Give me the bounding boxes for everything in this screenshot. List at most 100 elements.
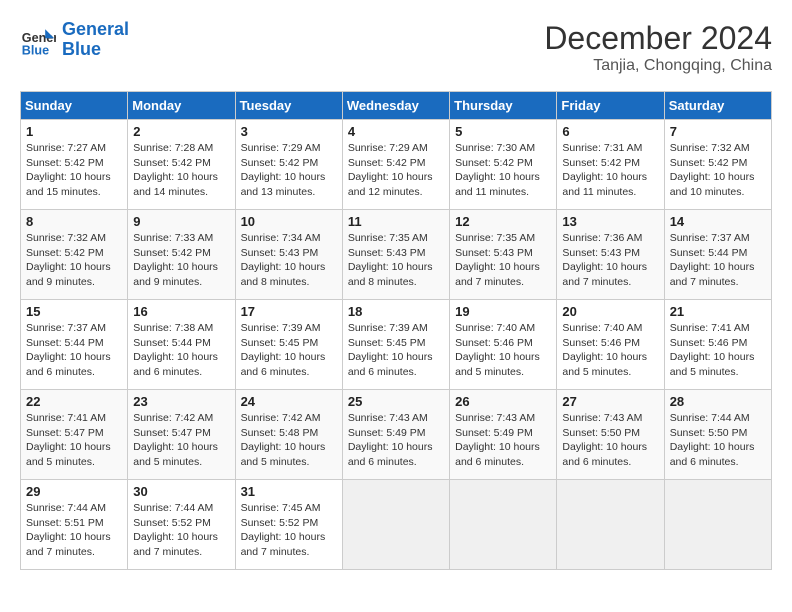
day-number: 17 (241, 304, 337, 319)
calendar-day-cell: 14 Sunrise: 7:37 AM Sunset: 5:44 PM Dayl… (664, 210, 771, 300)
day-info: Sunrise: 7:29 AM Sunset: 5:42 PM Dayligh… (348, 141, 444, 200)
empty-cell (664, 480, 771, 570)
day-number: 13 (562, 214, 658, 229)
logo-text: General Blue (62, 20, 129, 60)
day-number: 31 (241, 484, 337, 499)
calendar-day-cell: 27 Sunrise: 7:43 AM Sunset: 5:50 PM Dayl… (557, 390, 664, 480)
day-number: 25 (348, 394, 444, 409)
calendar-day-cell: 15 Sunrise: 7:37 AM Sunset: 5:44 PM Dayl… (21, 300, 128, 390)
day-number: 9 (133, 214, 229, 229)
empty-cell (557, 480, 664, 570)
calendar-day-cell: 11 Sunrise: 7:35 AM Sunset: 5:43 PM Dayl… (342, 210, 449, 300)
day-info: Sunrise: 7:39 AM Sunset: 5:45 PM Dayligh… (348, 321, 444, 380)
calendar-day-cell: 30 Sunrise: 7:44 AM Sunset: 5:52 PM Dayl… (128, 480, 235, 570)
day-number: 20 (562, 304, 658, 319)
day-info: Sunrise: 7:27 AM Sunset: 5:42 PM Dayligh… (26, 141, 122, 200)
calendar-day-cell: 23 Sunrise: 7:42 AM Sunset: 5:47 PM Dayl… (128, 390, 235, 480)
calendar-day-cell: 7 Sunrise: 7:32 AM Sunset: 5:42 PM Dayli… (664, 120, 771, 210)
day-info: Sunrise: 7:35 AM Sunset: 5:43 PM Dayligh… (348, 231, 444, 290)
calendar-day-cell: 20 Sunrise: 7:40 AM Sunset: 5:46 PM Dayl… (557, 300, 664, 390)
day-info: Sunrise: 7:39 AM Sunset: 5:45 PM Dayligh… (241, 321, 337, 380)
day-number: 29 (26, 484, 122, 499)
header-friday: Friday (557, 92, 664, 120)
day-number: 24 (241, 394, 337, 409)
calendar-week-row: 29 Sunrise: 7:44 AM Sunset: 5:51 PM Dayl… (21, 480, 772, 570)
day-info: Sunrise: 7:28 AM Sunset: 5:42 PM Dayligh… (133, 141, 229, 200)
svg-text:Blue: Blue (22, 43, 49, 57)
day-number: 14 (670, 214, 766, 229)
calendar-day-cell: 29 Sunrise: 7:44 AM Sunset: 5:51 PM Dayl… (21, 480, 128, 570)
calendar-day-cell: 31 Sunrise: 7:45 AM Sunset: 5:52 PM Dayl… (235, 480, 342, 570)
header-sunday: Sunday (21, 92, 128, 120)
day-number: 6 (562, 124, 658, 139)
day-number: 8 (26, 214, 122, 229)
calendar-day-cell: 26 Sunrise: 7:43 AM Sunset: 5:49 PM Dayl… (450, 390, 557, 480)
day-info: Sunrise: 7:41 AM Sunset: 5:46 PM Dayligh… (670, 321, 766, 380)
day-number: 21 (670, 304, 766, 319)
calendar-subtitle: Tanjia, Chongqing, China (544, 57, 772, 75)
calendar-day-cell: 13 Sunrise: 7:36 AM Sunset: 5:43 PM Dayl… (557, 210, 664, 300)
calendar-day-cell: 4 Sunrise: 7:29 AM Sunset: 5:42 PM Dayli… (342, 120, 449, 210)
day-info: Sunrise: 7:40 AM Sunset: 5:46 PM Dayligh… (455, 321, 551, 380)
day-number: 28 (670, 394, 766, 409)
day-number: 3 (241, 124, 337, 139)
logo: General Blue General Blue (20, 20, 129, 60)
day-number: 19 (455, 304, 551, 319)
day-info: Sunrise: 7:33 AM Sunset: 5:42 PM Dayligh… (133, 231, 229, 290)
calendar-day-cell: 17 Sunrise: 7:39 AM Sunset: 5:45 PM Dayl… (235, 300, 342, 390)
day-number: 30 (133, 484, 229, 499)
day-number: 18 (348, 304, 444, 319)
calendar-day-cell: 6 Sunrise: 7:31 AM Sunset: 5:42 PM Dayli… (557, 120, 664, 210)
day-info: Sunrise: 7:30 AM Sunset: 5:42 PM Dayligh… (455, 141, 551, 200)
empty-cell (450, 480, 557, 570)
day-number: 22 (26, 394, 122, 409)
calendar-day-cell: 10 Sunrise: 7:34 AM Sunset: 5:43 PM Dayl… (235, 210, 342, 300)
day-info: Sunrise: 7:38 AM Sunset: 5:44 PM Dayligh… (133, 321, 229, 380)
weekday-header-row: Sunday Monday Tuesday Wednesday Thursday… (21, 92, 772, 120)
day-info: Sunrise: 7:44 AM Sunset: 5:52 PM Dayligh… (133, 501, 229, 560)
day-number: 1 (26, 124, 122, 139)
day-number: 12 (455, 214, 551, 229)
day-info: Sunrise: 7:34 AM Sunset: 5:43 PM Dayligh… (241, 231, 337, 290)
day-number: 10 (241, 214, 337, 229)
day-number: 15 (26, 304, 122, 319)
logo-icon: General Blue (20, 22, 56, 58)
calendar-day-cell: 19 Sunrise: 7:40 AM Sunset: 5:46 PM Dayl… (450, 300, 557, 390)
day-info: Sunrise: 7:45 AM Sunset: 5:52 PM Dayligh… (241, 501, 337, 560)
day-info: Sunrise: 7:43 AM Sunset: 5:49 PM Dayligh… (455, 411, 551, 470)
day-number: 23 (133, 394, 229, 409)
calendar-day-cell: 18 Sunrise: 7:39 AM Sunset: 5:45 PM Dayl… (342, 300, 449, 390)
header-thursday: Thursday (450, 92, 557, 120)
header-saturday: Saturday (664, 92, 771, 120)
day-info: Sunrise: 7:44 AM Sunset: 5:51 PM Dayligh… (26, 501, 122, 560)
calendar-week-row: 1 Sunrise: 7:27 AM Sunset: 5:42 PM Dayli… (21, 120, 772, 210)
calendar-day-cell: 8 Sunrise: 7:32 AM Sunset: 5:42 PM Dayli… (21, 210, 128, 300)
day-info: Sunrise: 7:29 AM Sunset: 5:42 PM Dayligh… (241, 141, 337, 200)
day-number: 27 (562, 394, 658, 409)
day-info: Sunrise: 7:36 AM Sunset: 5:43 PM Dayligh… (562, 231, 658, 290)
calendar-day-cell: 2 Sunrise: 7:28 AM Sunset: 5:42 PM Dayli… (128, 120, 235, 210)
day-info: Sunrise: 7:32 AM Sunset: 5:42 PM Dayligh… (26, 231, 122, 290)
day-number: 5 (455, 124, 551, 139)
calendar-day-cell: 3 Sunrise: 7:29 AM Sunset: 5:42 PM Dayli… (235, 120, 342, 210)
day-info: Sunrise: 7:43 AM Sunset: 5:50 PM Dayligh… (562, 411, 658, 470)
day-info: Sunrise: 7:32 AM Sunset: 5:42 PM Dayligh… (670, 141, 766, 200)
calendar-day-cell: 25 Sunrise: 7:43 AM Sunset: 5:49 PM Dayl… (342, 390, 449, 480)
day-info: Sunrise: 7:42 AM Sunset: 5:47 PM Dayligh… (133, 411, 229, 470)
calendar-day-cell: 1 Sunrise: 7:27 AM Sunset: 5:42 PM Dayli… (21, 120, 128, 210)
day-number: 26 (455, 394, 551, 409)
header-wednesday: Wednesday (342, 92, 449, 120)
calendar-day-cell: 21 Sunrise: 7:41 AM Sunset: 5:46 PM Dayl… (664, 300, 771, 390)
calendar-day-cell: 24 Sunrise: 7:42 AM Sunset: 5:48 PM Dayl… (235, 390, 342, 480)
day-number: 4 (348, 124, 444, 139)
day-number: 16 (133, 304, 229, 319)
empty-cell (342, 480, 449, 570)
day-info: Sunrise: 7:40 AM Sunset: 5:46 PM Dayligh… (562, 321, 658, 380)
calendar-week-row: 22 Sunrise: 7:41 AM Sunset: 5:47 PM Dayl… (21, 390, 772, 480)
day-info: Sunrise: 7:41 AM Sunset: 5:47 PM Dayligh… (26, 411, 122, 470)
day-number: 7 (670, 124, 766, 139)
calendar-day-cell: 22 Sunrise: 7:41 AM Sunset: 5:47 PM Dayl… (21, 390, 128, 480)
calendar-day-cell: 16 Sunrise: 7:38 AM Sunset: 5:44 PM Dayl… (128, 300, 235, 390)
calendar-title: December 2024 (544, 20, 772, 57)
day-info: Sunrise: 7:44 AM Sunset: 5:50 PM Dayligh… (670, 411, 766, 470)
